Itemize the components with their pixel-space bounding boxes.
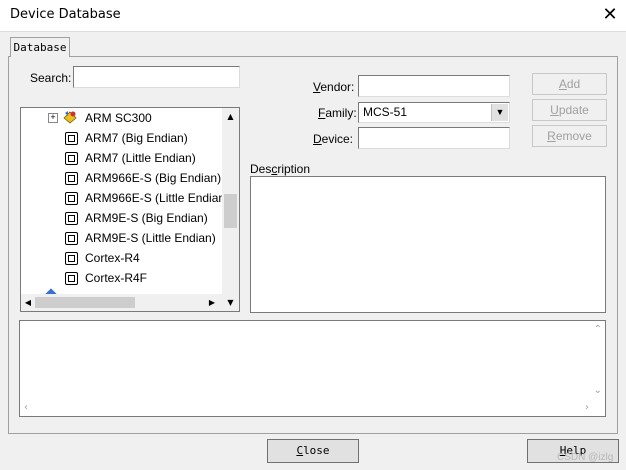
scroll-right-arrow-icon[interactable]: › xyxy=(585,402,589,413)
tree-vertical-scrollbar[interactable]: ▲ xyxy=(222,108,239,294)
chip-icon xyxy=(65,232,78,245)
tree-item-label: ARM966E-S (Big Endian) xyxy=(85,171,222,185)
scroll-left-arrow-icon[interactable]: ‹ xyxy=(24,402,28,413)
chip-icon xyxy=(65,152,78,165)
tree-item[interactable]: ARM966E-S (Big Endian) xyxy=(21,168,221,188)
scroll-up-arrow-icon[interactable]: ⌃ xyxy=(594,324,602,335)
search-input[interactable] xyxy=(73,66,240,88)
device-field[interactable] xyxy=(358,127,510,149)
window-title: Device Database xyxy=(10,7,121,22)
tree-item-label: Cortex-R4 xyxy=(85,251,140,265)
chip-icon xyxy=(65,132,78,145)
vendor-label: Vendor: xyxy=(313,80,355,94)
tree-item[interactable]: ARM7 (Big Endian) xyxy=(21,128,221,148)
device-tree[interactable]: + ARM SC300 ARM7 (Big Endian) ARM7 (Litt… xyxy=(20,107,240,312)
scroll-down-arrow-icon[interactable]: ▼ xyxy=(222,294,239,311)
update-button[interactable]: Update xyxy=(532,99,607,121)
family-selected-value: MCS-51 xyxy=(363,105,408,119)
chip-icon xyxy=(65,172,78,185)
chip-icon xyxy=(65,212,78,225)
tree-item-label: ARM7 (Big Endian) xyxy=(85,131,188,145)
tree-item-label: ARM9E-S (Little Endian) xyxy=(85,231,216,245)
tree-item[interactable]: ARM9E-S (Little Endian) xyxy=(21,228,221,248)
family-select[interactable]: MCS-51 ▼ xyxy=(358,102,510,123)
tree-item[interactable]: ARM7 (Little Endian) xyxy=(21,148,221,168)
close-button[interactable]: Close xyxy=(267,439,359,463)
watermark: CSDN @izlg xyxy=(557,452,614,463)
close-icon[interactable]: ✕ xyxy=(600,4,620,26)
add-button[interactable]: Add xyxy=(532,73,607,95)
chip-icon xyxy=(65,252,78,265)
tree-horizontal-scrollbar[interactable]: ◀ ▶ ▼ xyxy=(21,294,239,311)
tree-item[interactable]: Cortex-R4F xyxy=(21,268,221,288)
scroll-right-arrow-icon[interactable]: ▶ xyxy=(205,294,219,311)
tree-item-label: ARM7 (Little Endian) xyxy=(85,151,196,165)
tree-item-label: ARM9E-S (Big Endian) xyxy=(85,211,208,225)
vendor-field[interactable] xyxy=(358,75,510,97)
tree-item-arm-sc300[interactable]: + ARM SC300 xyxy=(21,108,221,128)
output-textarea[interactable]: ⌃ ⌄ ‹ › xyxy=(19,320,606,417)
device-label: Device: xyxy=(313,132,354,146)
family-label: Family: xyxy=(318,106,357,120)
tree-item[interactable]: Cortex-R4 xyxy=(21,248,221,268)
chevron-down-icon[interactable]: ▼ xyxy=(491,104,508,121)
remove-button[interactable]: Remove xyxy=(532,125,607,147)
tree-item[interactable]: ARM966E-S (Little Endian) xyxy=(21,188,229,208)
tree-item[interactable]: ARM9E-S (Big Endian) xyxy=(21,208,221,228)
scroll-down-arrow-icon[interactable]: ⌄ xyxy=(594,385,602,396)
tree-item-label: ARM966E-S (Little Endian) xyxy=(85,191,230,205)
scroll-left-arrow-icon[interactable]: ◀ xyxy=(21,294,35,311)
search-label: Search: xyxy=(30,71,72,85)
tab-database[interactable]: Database xyxy=(10,37,70,57)
horizontal-scroll-thumb[interactable] xyxy=(35,297,135,308)
expand-plus-icon[interactable]: + xyxy=(48,113,58,123)
tree-item-label: ARM SC300 xyxy=(85,111,152,125)
title-bar[interactable]: Device Database ✕ xyxy=(0,0,626,31)
chip-icon xyxy=(65,192,78,205)
scroll-up-arrow-icon[interactable]: ▲ xyxy=(222,108,239,125)
chip-icon xyxy=(65,272,78,285)
description-textarea[interactable] xyxy=(250,176,606,313)
scroll-thumb[interactable] xyxy=(224,194,237,228)
description-label: Description xyxy=(250,162,311,176)
arm-family-icon xyxy=(63,110,77,124)
tree-item-label: Cortex-R4F xyxy=(85,271,148,285)
